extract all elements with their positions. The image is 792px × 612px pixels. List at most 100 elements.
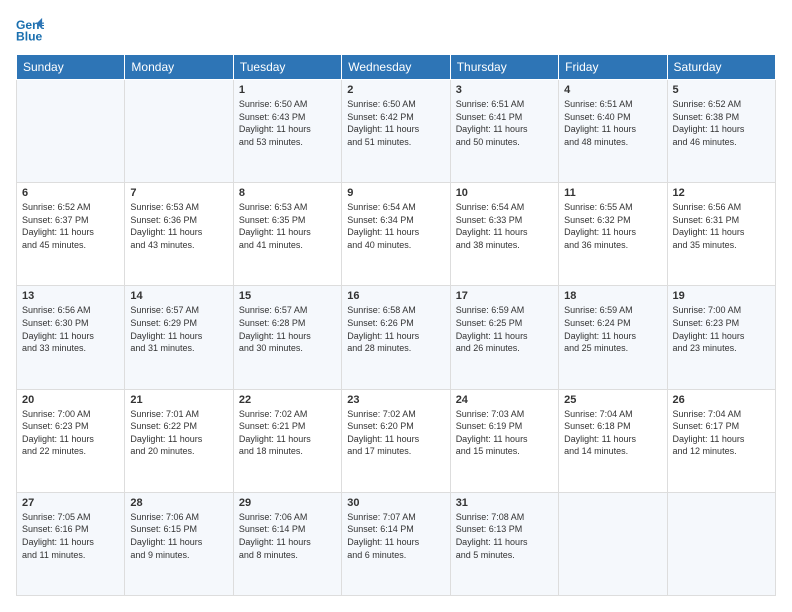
day-info: Sunrise: 6:53 AM Sunset: 6:36 PM Dayligh… (130, 201, 227, 251)
day-cell: 26 Sunrise: 7:04 AM Sunset: 6:17 PM Dayli… (667, 389, 775, 492)
svg-text:Blue: Blue (16, 29, 43, 43)
day-info: Sunrise: 7:00 AM Sunset: 6:23 PM Dayligh… (673, 304, 770, 354)
day-number: 3 (456, 84, 553, 96)
day-info: Sunrise: 6:53 AM Sunset: 6:35 PM Dayligh… (239, 201, 336, 251)
day-number: 18 (564, 290, 661, 302)
day-cell: 19 Sunrise: 7:00 AM Sunset: 6:23 PM Dayli… (667, 286, 775, 389)
day-number: 17 (456, 290, 553, 302)
day-cell (559, 492, 667, 595)
day-number: 11 (564, 187, 661, 199)
day-info: Sunrise: 6:58 AM Sunset: 6:26 PM Dayligh… (347, 304, 444, 354)
day-info: Sunrise: 7:04 AM Sunset: 6:17 PM Dayligh… (673, 408, 770, 458)
day-cell: 30Sunrise: 7:07 AM Sunset: 6:14 PM Dayli… (342, 492, 450, 595)
col-header-saturday: Saturday (667, 55, 775, 80)
day-cell: 11 Sunrise: 6:55 AM Sunset: 6:32 PM Dayli… (559, 183, 667, 286)
day-number: 20 (22, 394, 119, 406)
day-number: 8 (239, 187, 336, 199)
day-cell: 25Sunrise: 7:04 AM Sunset: 6:18 PM Dayli… (559, 389, 667, 492)
day-info: Sunrise: 6:50 AM Sunset: 6:43 PM Dayligh… (239, 98, 336, 148)
day-number: 24 (456, 394, 553, 406)
day-cell: 22Sunrise: 7:02 AM Sunset: 6:21 PM Dayli… (233, 389, 341, 492)
day-cell: 15 Sunrise: 6:57 AM Sunset: 6:28 PM Dayli… (233, 286, 341, 389)
day-info: Sunrise: 7:01 AM Sunset: 6:22 PM Dayligh… (130, 408, 227, 458)
day-cell: 10Sunrise: 6:54 AM Sunset: 6:33 PM Dayli… (450, 183, 558, 286)
logo-icon: General Blue (16, 16, 44, 44)
week-row-5: 27 Sunrise: 7:05 AM Sunset: 6:16 PM Dayli… (17, 492, 776, 595)
day-cell (17, 80, 125, 183)
col-header-thursday: Thursday (450, 55, 558, 80)
day-cell (667, 492, 775, 595)
day-number: 27 (22, 497, 119, 509)
day-number: 26 (673, 394, 770, 406)
day-cell: 27 Sunrise: 7:05 AM Sunset: 6:16 PM Dayli… (17, 492, 125, 595)
day-cell: 24 Sunrise: 7:03 AM Sunset: 6:19 PM Dayli… (450, 389, 558, 492)
day-info: Sunrise: 6:51 AM Sunset: 6:41 PM Dayligh… (456, 98, 553, 148)
day-number: 19 (673, 290, 770, 302)
day-header-row: SundayMondayTuesdayWednesdayThursdayFrid… (17, 55, 776, 80)
week-row-1: 1Sunrise: 6:50 AM Sunset: 6:43 PM Daylig… (17, 80, 776, 183)
day-number: 4 (564, 84, 661, 96)
day-info: Sunrise: 6:54 AM Sunset: 6:34 PM Dayligh… (347, 201, 444, 251)
day-info: Sunrise: 7:00 AM Sunset: 6:23 PM Dayligh… (22, 408, 119, 458)
day-cell: 29Sunrise: 7:06 AM Sunset: 6:14 PM Dayli… (233, 492, 341, 595)
day-cell: 2 Sunrise: 6:50 AM Sunset: 6:42 PM Daylig… (342, 80, 450, 183)
day-cell: 17 Sunrise: 6:59 AM Sunset: 6:25 PM Dayli… (450, 286, 558, 389)
day-info: Sunrise: 7:03 AM Sunset: 6:19 PM Dayligh… (456, 408, 553, 458)
day-number: 23 (347, 394, 444, 406)
day-cell: 6 Sunrise: 6:52 AM Sunset: 6:37 PM Daylig… (17, 183, 125, 286)
day-number: 14 (130, 290, 227, 302)
day-info: Sunrise: 6:52 AM Sunset: 6:37 PM Dayligh… (22, 201, 119, 251)
day-number: 7 (130, 187, 227, 199)
day-info: Sunrise: 7:05 AM Sunset: 6:16 PM Dayligh… (22, 511, 119, 561)
day-cell: 7 Sunrise: 6:53 AM Sunset: 6:36 PM Daylig… (125, 183, 233, 286)
week-row-4: 20 Sunrise: 7:00 AM Sunset: 6:23 PM Dayli… (17, 389, 776, 492)
day-cell: 28Sunrise: 7:06 AM Sunset: 6:15 PM Dayli… (125, 492, 233, 595)
day-info: Sunrise: 6:59 AM Sunset: 6:25 PM Dayligh… (456, 304, 553, 354)
day-cell: 13 Sunrise: 6:56 AM Sunset: 6:30 PM Dayli… (17, 286, 125, 389)
day-cell: 1Sunrise: 6:50 AM Sunset: 6:43 PM Daylig… (233, 80, 341, 183)
day-number: 13 (22, 290, 119, 302)
day-cell: 8 Sunrise: 6:53 AM Sunset: 6:35 PM Daylig… (233, 183, 341, 286)
logo: General Blue (16, 16, 46, 44)
day-info: Sunrise: 6:50 AM Sunset: 6:42 PM Dayligh… (347, 98, 444, 148)
day-info: Sunrise: 6:51 AM Sunset: 6:40 PM Dayligh… (564, 98, 661, 148)
day-cell: 4 Sunrise: 6:51 AM Sunset: 6:40 PM Daylig… (559, 80, 667, 183)
day-cell: 16 Sunrise: 6:58 AM Sunset: 6:26 PM Dayli… (342, 286, 450, 389)
day-number: 2 (347, 84, 444, 96)
day-info: Sunrise: 6:59 AM Sunset: 6:24 PM Dayligh… (564, 304, 661, 354)
page-header: General Blue (16, 16, 776, 44)
day-info: Sunrise: 6:52 AM Sunset: 6:38 PM Dayligh… (673, 98, 770, 148)
col-header-wednesday: Wednesday (342, 55, 450, 80)
day-info: Sunrise: 7:06 AM Sunset: 6:15 PM Dayligh… (130, 511, 227, 561)
day-info: Sunrise: 6:55 AM Sunset: 6:32 PM Dayligh… (564, 201, 661, 251)
day-number: 29 (239, 497, 336, 509)
day-number: 15 (239, 290, 336, 302)
col-header-sunday: Sunday (17, 55, 125, 80)
day-number: 16 (347, 290, 444, 302)
day-cell: 20 Sunrise: 7:00 AM Sunset: 6:23 PM Dayli… (17, 389, 125, 492)
day-cell: 9 Sunrise: 6:54 AM Sunset: 6:34 PM Daylig… (342, 183, 450, 286)
day-info: Sunrise: 6:57 AM Sunset: 6:29 PM Dayligh… (130, 304, 227, 354)
day-info: Sunrise: 6:57 AM Sunset: 6:28 PM Dayligh… (239, 304, 336, 354)
day-info: Sunrise: 6:54 AM Sunset: 6:33 PM Dayligh… (456, 201, 553, 251)
col-header-friday: Friday (559, 55, 667, 80)
day-number: 6 (22, 187, 119, 199)
col-header-monday: Monday (125, 55, 233, 80)
week-row-3: 13 Sunrise: 6:56 AM Sunset: 6:30 PM Dayli… (17, 286, 776, 389)
day-number: 21 (130, 394, 227, 406)
day-number: 5 (673, 84, 770, 96)
day-cell: 31Sunrise: 7:08 AM Sunset: 6:13 PM Dayli… (450, 492, 558, 595)
day-info: Sunrise: 6:56 AM Sunset: 6:30 PM Dayligh… (22, 304, 119, 354)
day-number: 30 (347, 497, 444, 509)
day-number: 9 (347, 187, 444, 199)
day-cell: 14 Sunrise: 6:57 AM Sunset: 6:29 PM Dayli… (125, 286, 233, 389)
day-cell: 5 Sunrise: 6:52 AM Sunset: 6:38 PM Daylig… (667, 80, 775, 183)
day-cell: 23Sunrise: 7:02 AM Sunset: 6:20 PM Dayli… (342, 389, 450, 492)
week-row-2: 6 Sunrise: 6:52 AM Sunset: 6:37 PM Daylig… (17, 183, 776, 286)
col-header-tuesday: Tuesday (233, 55, 341, 80)
day-cell: 3 Sunrise: 6:51 AM Sunset: 6:41 PM Daylig… (450, 80, 558, 183)
day-number: 12 (673, 187, 770, 199)
calendar-table: SundayMondayTuesdayWednesdayThursdayFrid… (16, 54, 776, 596)
day-number: 25 (564, 394, 661, 406)
day-cell: 21 Sunrise: 7:01 AM Sunset: 6:22 PM Dayli… (125, 389, 233, 492)
